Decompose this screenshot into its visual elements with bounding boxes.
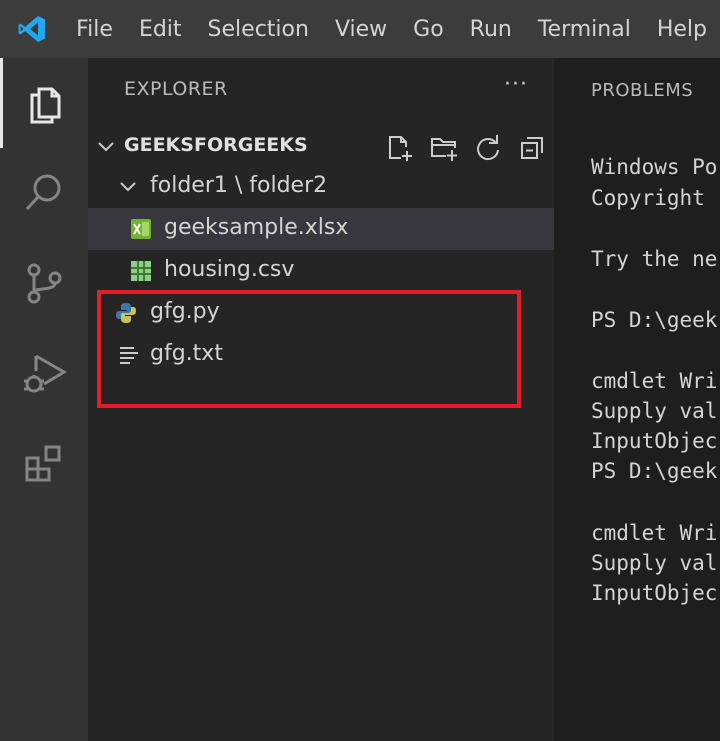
menu-run[interactable]: Run bbox=[457, 0, 525, 58]
workspace-folder-name: GEEKSFORGEEKS bbox=[124, 134, 308, 156]
terminal-line: Supply val bbox=[591, 551, 718, 575]
file-row-housing-csv[interactable]: housing.csv bbox=[88, 250, 554, 292]
terminal-line: Copyright bbox=[591, 186, 705, 210]
refresh-icon[interactable] bbox=[472, 132, 504, 164]
explorer-header: EXPLORER bbox=[124, 78, 228, 100]
new-folder-icon[interactable] bbox=[428, 132, 460, 164]
terminal-line: cmdlet Wri bbox=[591, 369, 718, 393]
terminal-line: Try the ne bbox=[591, 247, 718, 271]
title-bar: File Edit Selection View Go Run Terminal… bbox=[0, 0, 720, 58]
new-file-icon[interactable] bbox=[384, 132, 416, 164]
highlight-annotation-box bbox=[97, 290, 521, 408]
terminal-line: InputObjec bbox=[591, 429, 718, 453]
chevron-down-icon bbox=[118, 176, 140, 198]
subfolder-row[interactable]: folder1 \ folder2 bbox=[88, 166, 554, 208]
terminal-line: InputObjec bbox=[591, 581, 718, 605]
terminal-line: Supply val bbox=[591, 399, 718, 423]
file-label: geeksample.xlsx bbox=[164, 215, 349, 240]
collapse-all-icon[interactable] bbox=[516, 132, 548, 164]
file-label: housing.csv bbox=[164, 257, 295, 282]
chevron-down-icon[interactable] bbox=[96, 136, 116, 160]
activity-bar bbox=[0, 58, 88, 741]
menu-file[interactable]: File bbox=[63, 0, 126, 58]
subfolder-label: folder1 \ folder2 bbox=[150, 173, 328, 198]
bottom-panel: PROBLEMS Windows Po Copyright Try the ne… bbox=[554, 58, 720, 741]
more-actions-icon[interactable]: ··· bbox=[504, 72, 528, 97]
menu-view[interactable]: View bbox=[322, 0, 400, 58]
explorer-icon[interactable] bbox=[0, 58, 88, 148]
search-icon[interactable] bbox=[0, 148, 88, 238]
source-control-icon[interactable] bbox=[0, 238, 88, 328]
terminal-line: PS D:\geek bbox=[591, 459, 718, 483]
menu-go[interactable]: Go bbox=[400, 0, 457, 58]
terminal-line: cmdlet Wri bbox=[591, 521, 718, 545]
vscode-logo-icon bbox=[0, 0, 63, 58]
menu-help[interactable]: Help bbox=[644, 0, 720, 58]
csv-file-icon bbox=[130, 260, 152, 282]
terminal-line: PS D:\geek bbox=[591, 308, 718, 332]
terminal-line: Windows Po bbox=[591, 155, 718, 179]
menu-selection[interactable]: Selection bbox=[195, 0, 322, 58]
excel-file-icon bbox=[130, 218, 152, 240]
run-debug-icon[interactable] bbox=[0, 328, 88, 418]
menu-edit[interactable]: Edit bbox=[126, 0, 195, 58]
file-row-geeksample-xlsx[interactable]: geeksample.xlsx bbox=[88, 208, 554, 250]
tab-problems[interactable]: PROBLEMS bbox=[591, 80, 693, 101]
menu-terminal[interactable]: Terminal bbox=[525, 0, 644, 58]
extensions-icon[interactable] bbox=[0, 418, 88, 508]
workspace-folder-row[interactable]: GEEKSFORGEEKS bbox=[88, 126, 554, 166]
